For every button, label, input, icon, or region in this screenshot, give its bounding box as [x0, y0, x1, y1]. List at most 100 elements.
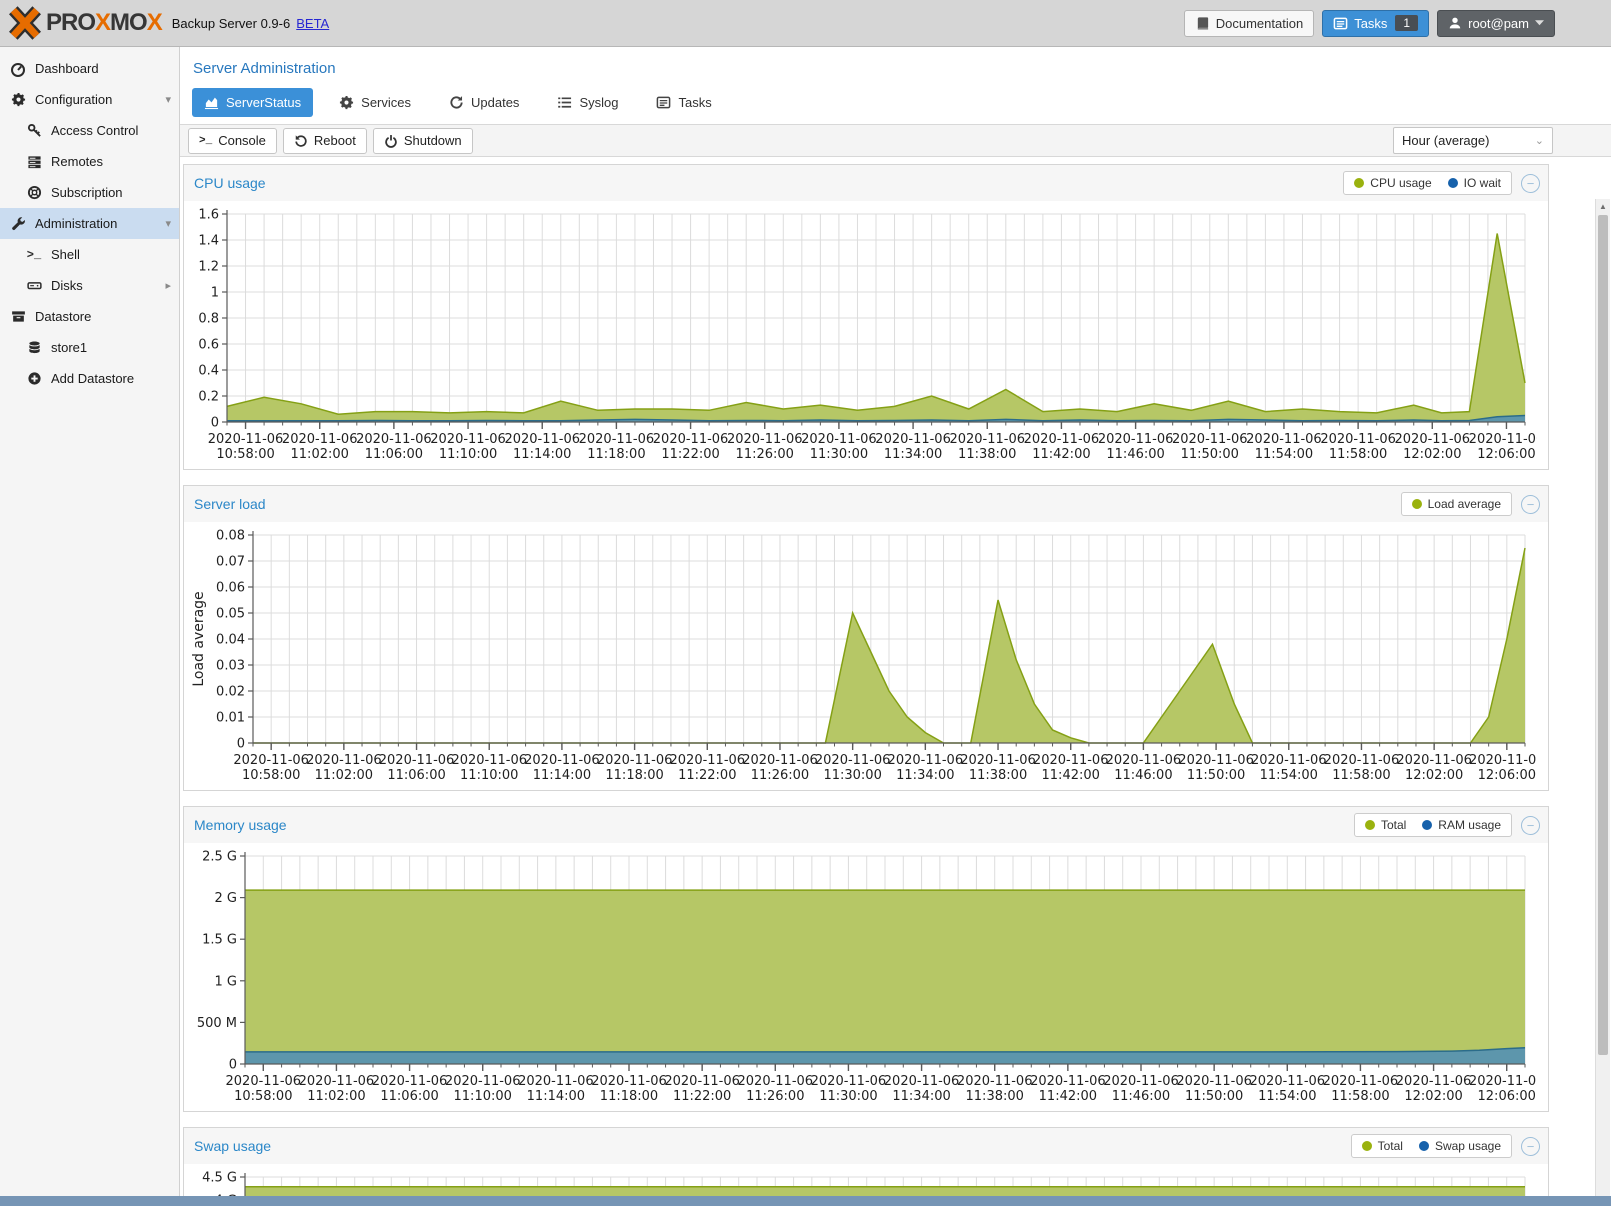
tab-updates[interactable]: Updates	[437, 88, 531, 117]
svg-text:2020-11-06: 2020-11-06	[1172, 432, 1248, 447]
swap-usage-panel: Swap usage TotalSwap usage − 0500 M1 G1.…	[183, 1127, 1549, 1196]
toolbar: >_ Console Reboot Shutdown Hour (average…	[180, 124, 1611, 157]
svg-text:2020-11-06: 2020-11-06	[738, 1074, 814, 1089]
svg-text:2020-11-06: 2020-11-06	[1469, 432, 1537, 447]
refresh-icon	[449, 95, 464, 110]
svg-text:2020-11-06: 2020-11-06	[1250, 1074, 1326, 1089]
window-bottom-edge	[0, 1196, 1611, 1206]
svg-text:11:06:00: 11:06:00	[380, 1089, 438, 1104]
panel-title: Memory usage	[194, 817, 287, 833]
timeframe-select[interactable]: Hour (average) ⌄	[1393, 127, 1553, 154]
sidebar-item-remotes[interactable]: Remotes	[0, 146, 179, 177]
svg-text:0.4: 0.4	[198, 364, 219, 379]
chart-legend: TotalRAM usage	[1354, 813, 1512, 837]
collapse-panel-button[interactable]: −	[1521, 174, 1540, 193]
panel-title: Swap usage	[194, 1138, 271, 1154]
tab-serverstatus[interactable]: ServerStatus	[192, 88, 313, 117]
svg-text:2020-11-06: 2020-11-06	[597, 753, 673, 768]
svg-text:11:58:00: 11:58:00	[1329, 447, 1387, 462]
wrench-icon	[10, 216, 26, 232]
chevron-down-icon: ⌄	[1535, 134, 1544, 147]
documentation-button[interactable]: Documentation	[1184, 10, 1314, 37]
svg-text:2020-11-06: 2020-11-06	[1106, 753, 1182, 768]
list-icon	[557, 95, 572, 110]
sidebar-item-administration[interactable]: Administration ▾	[0, 208, 179, 239]
scroll-up-arrow[interactable]: ▲	[1596, 199, 1610, 213]
svg-text:11:26:00: 11:26:00	[736, 447, 794, 462]
svg-text:11:10:00: 11:10:00	[454, 1089, 512, 1104]
svg-text:11:26:00: 11:26:00	[746, 1089, 804, 1104]
collapse-panel-button[interactable]: −	[1521, 816, 1540, 835]
vertical-scrollbar[interactable]: ▲ ▼	[1595, 199, 1610, 1206]
collapse-chevron-icon[interactable]: ▾	[165, 217, 171, 230]
svg-text:11:10:00: 11:10:00	[460, 768, 518, 783]
chart-legend: CPU usageIO wait	[1343, 171, 1512, 195]
sidebar-item-subscription[interactable]: Subscription	[0, 177, 179, 208]
sidebar-item-store1[interactable]: store1	[0, 332, 179, 363]
sidebar-item-dashboard[interactable]: Dashboard	[0, 53, 179, 84]
beta-link[interactable]: BETA	[296, 16, 329, 31]
svg-text:11:38:00: 11:38:00	[958, 447, 1016, 462]
svg-text:11:06:00: 11:06:00	[365, 447, 423, 462]
svg-text:12:02:00: 12:02:00	[1404, 1089, 1462, 1104]
svg-text:11:54:00: 11:54:00	[1260, 768, 1318, 783]
sidebar-item-add-datastore[interactable]: Add Datastore	[0, 363, 179, 394]
svg-text:2020-11-06: 2020-11-06	[226, 1074, 302, 1089]
sidebar-item-shell[interactable]: >_ Shell	[0, 239, 179, 270]
svg-text:10:58:00: 10:58:00	[242, 768, 300, 783]
expand-chevron-icon[interactable]: ▸	[165, 279, 171, 292]
legend-item: IO wait	[1448, 176, 1501, 190]
tasks-button[interactable]: Tasks 1	[1322, 10, 1429, 37]
hdd-icon	[26, 278, 42, 294]
legend-dot-icon	[1422, 820, 1432, 830]
plus-circle-icon	[26, 371, 42, 387]
life-ring-icon	[26, 185, 42, 201]
scrollbar-thumb[interactable]	[1598, 215, 1608, 1055]
svg-text:11:06:00: 11:06:00	[387, 768, 445, 783]
proxmox-x-icon	[8, 6, 42, 40]
sidebar-item-access-control[interactable]: Access Control	[0, 115, 179, 146]
svg-text:2020-11-06: 2020-11-06	[1030, 1074, 1106, 1089]
server-list-icon	[26, 154, 42, 170]
svg-text:2020-11-06: 2020-11-06	[372, 1074, 448, 1089]
server-load-chart[interactable]: 00.010.020.030.040.050.060.070.082020-11…	[189, 525, 1544, 788]
svg-text:11:30:00: 11:30:00	[823, 768, 881, 783]
gears-icon	[10, 92, 26, 108]
memory-usage-chart[interactable]: 0500 M1 G1.5 G2 G2.5 G2020-11-0610:58:00…	[189, 846, 1544, 1109]
svg-text:11:58:00: 11:58:00	[1332, 768, 1390, 783]
svg-text:11:50:00: 11:50:00	[1185, 1089, 1243, 1104]
svg-text:2020-11-06: 2020-11-06	[670, 753, 746, 768]
svg-text:2020-11-06: 2020-11-06	[233, 753, 309, 768]
svg-text:11:10:00: 11:10:00	[439, 447, 497, 462]
svg-text:11:46:00: 11:46:00	[1112, 1089, 1170, 1104]
sidebar-item-disks[interactable]: Disks ▸	[0, 270, 179, 301]
svg-text:11:14:00: 11:14:00	[527, 1089, 585, 1104]
svg-text:11:18:00: 11:18:00	[605, 768, 663, 783]
svg-text:11:22:00: 11:22:00	[673, 1089, 731, 1104]
sidebar-item-configuration[interactable]: Configuration ▾	[0, 84, 179, 115]
tab-syslog[interactable]: Syslog	[545, 88, 630, 117]
svg-text:11:42:00: 11:42:00	[1039, 1089, 1097, 1104]
svg-text:1.4: 1.4	[198, 234, 219, 249]
reboot-button[interactable]: Reboot	[283, 128, 367, 154]
chart-legend: TotalSwap usage	[1351, 1134, 1512, 1158]
console-button[interactable]: >_ Console	[188, 128, 277, 154]
book-icon	[1195, 16, 1210, 31]
shutdown-button[interactable]: Shutdown	[373, 128, 473, 154]
swap-usage-chart[interactable]: 0500 M1 G1.5 G2 G2.5 G3 G3.5 G4 G4.5 G20…	[189, 1167, 1544, 1196]
svg-text:11:38:00: 11:38:00	[966, 1089, 1024, 1104]
user-menu-button[interactable]: root@pam	[1437, 10, 1555, 37]
svg-text:2020-11-06: 2020-11-06	[299, 1074, 375, 1089]
tab-tasks[interactable]: Tasks	[644, 88, 723, 117]
chart-legend: Load average	[1401, 492, 1512, 516]
svg-text:2 G: 2 G	[215, 891, 237, 906]
svg-text:0.07: 0.07	[216, 555, 245, 570]
cpu-usage-chart[interactable]: 00.20.40.60.811.21.41.62020-11-0610:58:0…	[189, 204, 1544, 467]
tab-services[interactable]: Services	[327, 88, 423, 117]
collapse-panel-button[interactable]: −	[1521, 1137, 1540, 1156]
sidebar-item-datastore[interactable]: Datastore	[0, 301, 179, 332]
collapse-panel-button[interactable]: −	[1521, 495, 1540, 514]
collapse-chevron-icon[interactable]: ▾	[165, 93, 171, 106]
svg-text:2020-11-06: 2020-11-06	[664, 1074, 740, 1089]
svg-text:1.6: 1.6	[198, 208, 219, 223]
